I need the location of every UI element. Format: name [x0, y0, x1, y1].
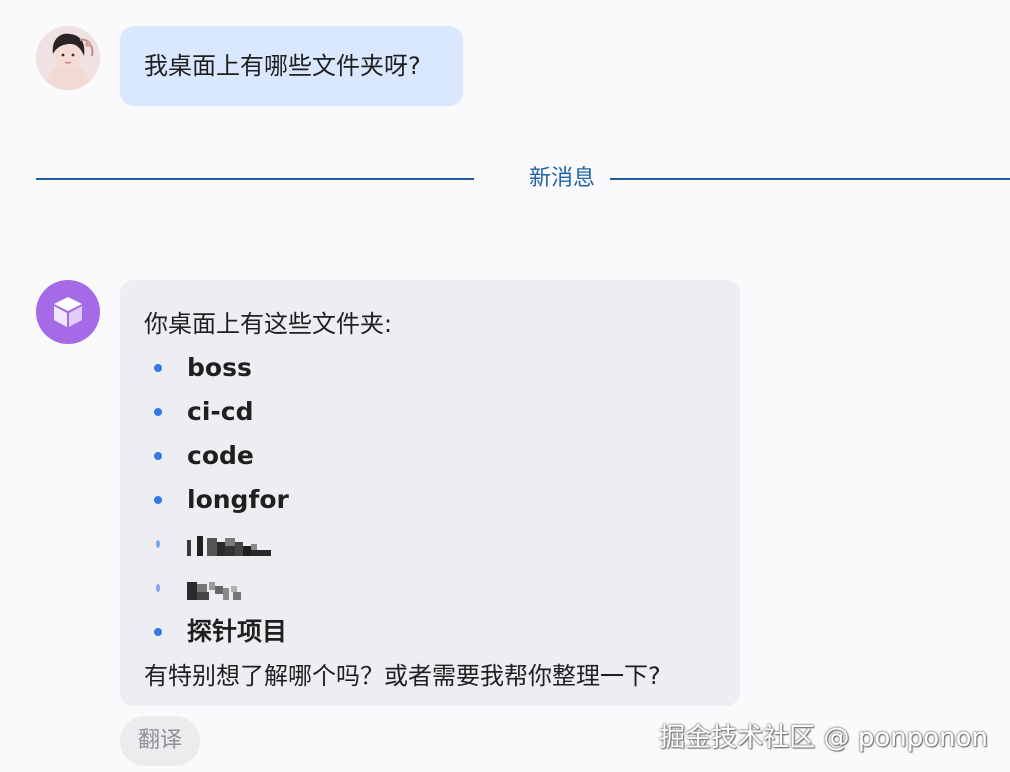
user-avatar-portrait-icon: [36, 26, 100, 90]
redacted-folder-name: [187, 523, 277, 567]
folder-list: boss ci-cd code longfor 探针项目: [144, 346, 714, 654]
bullet-dot-icon: [154, 452, 162, 460]
folder-name: 探针项目: [187, 617, 288, 646]
folder-list-item: ci-cd: [144, 390, 714, 434]
folder-name: longfor: [187, 485, 289, 514]
bullet-dot-icon: [156, 584, 160, 592]
folder-list-item-redacted: [144, 522, 714, 566]
translate-button[interactable]: 翻译: [120, 716, 200, 766]
divider-line-left: [36, 178, 474, 180]
user-message-bubble: 我桌面上有哪些文件夹呀?: [120, 26, 463, 106]
assistant-message-bubble: 你桌面上有这些文件夹: boss ci-cd code longfor 探针项目…: [120, 280, 740, 706]
assistant-intro-text: 你桌面上有这些文件夹:: [144, 310, 393, 338]
folder-list-item: code: [144, 434, 714, 478]
user-message-row: 我桌面上有哪些文件夹呀?: [36, 26, 463, 106]
folder-list-item: 探针项目: [144, 610, 714, 654]
assistant-avatar[interactable]: [36, 280, 100, 344]
bullet-dot-icon: [156, 540, 160, 548]
cube-icon: [54, 297, 82, 327]
new-messages-divider: 新消息: [36, 162, 1010, 196]
watermark-text: 掘金技术社区 @ ponponon: [659, 723, 988, 753]
bullet-dot-icon: [154, 408, 162, 416]
assistant-message-row: 你桌面上有这些文件夹: boss ci-cd code longfor 探针项目…: [36, 280, 740, 706]
folder-name: code: [187, 441, 254, 470]
pixelated-redaction-icon: [187, 582, 241, 600]
folder-list-item-redacted: [144, 566, 714, 610]
pixelated-redaction-icon: [187, 536, 271, 556]
bullet-dot-icon: [154, 364, 162, 372]
user-message-text: 我桌面上有哪些文件夹呀?: [144, 52, 421, 80]
folder-name: ci-cd: [187, 397, 254, 426]
folder-name: boss: [187, 353, 252, 382]
bullet-dot-icon: [154, 496, 162, 504]
user-avatar[interactable]: [36, 26, 100, 90]
divider-line-right: [610, 178, 1010, 180]
folder-list-item: boss: [144, 346, 714, 390]
redacted-folder-name: [187, 567, 257, 611]
bullet-dot-icon: [154, 628, 162, 636]
folder-list-item: longfor: [144, 478, 714, 522]
divider-label: 新消息: [528, 166, 595, 191]
assistant-outro-text: 有特别想了解哪个吗？或者需要我帮你整理一下?: [144, 662, 661, 690]
